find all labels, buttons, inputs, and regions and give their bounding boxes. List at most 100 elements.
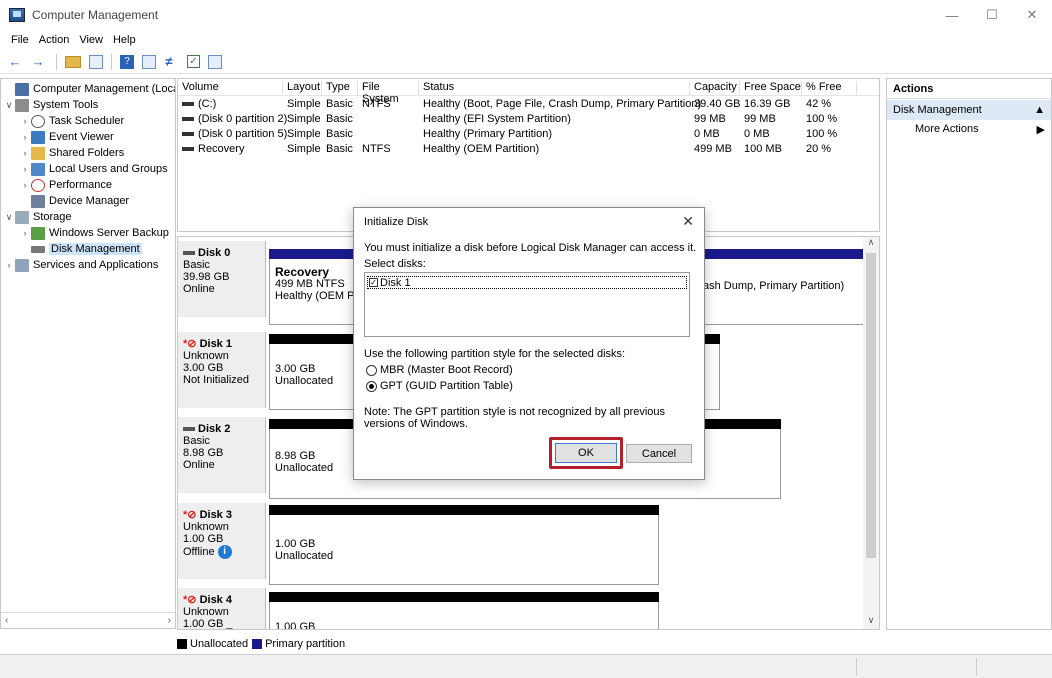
back-arrow-icon[interactable]: ←: [6, 54, 24, 70]
gpt-option[interactable]: GPT (GUID Partition Table): [366, 380, 513, 392]
ok-button[interactable]: OK: [555, 443, 617, 463]
chevron-right-icon[interactable]: ›: [19, 164, 31, 174]
disk-3-unallocated-space[interactable]: 1.00 GB Unallocated: [269, 505, 659, 585]
users-icon: [31, 162, 45, 176]
chevron-right-icon[interactable]: ›: [19, 132, 31, 142]
disk-4-label[interactable]: *⊘ Disk 4 Unknown 1.00 GB _: [178, 588, 266, 629]
event-viewer-icon: [31, 130, 45, 144]
volume-free-space: 0 MB: [744, 128, 770, 140]
mbr-radio[interactable]: [366, 364, 377, 376]
volume-row[interactable]: (Disk 0 partition 5) Simple Basic Health…: [178, 128, 879, 143]
checkmark-icon[interactable]: ✓: [187, 55, 200, 68]
tree-item-windows-server-backup[interactable]: › Windows Server Backup: [19, 225, 169, 241]
volume-row[interactable]: (C:) Simple Basic NTFS Healthy (Boot, Pa…: [178, 98, 879, 113]
volume-type: Basic: [326, 113, 353, 125]
column-header-volume[interactable]: Volume: [178, 81, 283, 95]
clock-icon: [31, 114, 45, 128]
connect-icon[interactable]: ≠: [160, 54, 178, 70]
tree-item-computer-management[interactable]: Computer Management (Local: [3, 81, 175, 97]
disk-2-label[interactable]: Disk 2 Basic 8.98 GB Online: [178, 417, 266, 493]
menu-view[interactable]: View: [74, 34, 108, 46]
tree-item-services-and-applications[interactable]: › Services and Applications: [3, 257, 158, 273]
maximize-button[interactable]: ☐: [972, 0, 1012, 30]
forward-arrow-icon[interactable]: →: [29, 54, 47, 70]
dialog-close-icon[interactable]: ✕: [682, 213, 694, 230]
tree-item-event-viewer[interactable]: › Event Viewer: [19, 129, 114, 145]
volume-type: Basic: [326, 128, 353, 140]
gpt-radio[interactable]: [366, 380, 377, 392]
tree-item-disk-management[interactable]: Disk Management: [19, 241, 142, 257]
tree-item-device-manager[interactable]: Device Manager: [19, 193, 129, 209]
tree-item-shared-folders[interactable]: › Shared Folders: [19, 145, 124, 161]
tree-item-system-tools[interactable]: ∨ System Tools: [3, 97, 98, 113]
column-header-file-system[interactable]: File System: [358, 81, 419, 105]
scroll-right-icon[interactable]: ›: [168, 615, 171, 626]
chevron-right-icon[interactable]: ›: [19, 116, 31, 126]
column-header-free-space[interactable]: Free Space: [740, 81, 802, 95]
scroll-left-icon[interactable]: ‹: [5, 615, 8, 626]
tree-horizontal-scrollbar[interactable]: ‹ ›: [1, 612, 175, 628]
menu-help[interactable]: Help: [108, 34, 141, 46]
column-header-percent-free[interactable]: % Free: [802, 81, 857, 95]
menu-file[interactable]: File: [6, 34, 34, 46]
volume-file-system: NTFS: [362, 143, 391, 155]
tree-item-local-users[interactable]: › Local Users and Groups: [19, 161, 168, 177]
disk-4-unallocated-space[interactable]: 1.00 GB: [269, 592, 659, 629]
primary-partition-swatch: [252, 639, 263, 649]
properties-icon[interactable]: [142, 54, 156, 69]
show-hide-tree-icon[interactable]: [89, 54, 103, 69]
unallocated-swatch: [177, 639, 187, 649]
disk-1-checkbox[interactable]: ✓: [369, 278, 378, 287]
volume-name: (Disk 0 partition 5): [198, 128, 288, 140]
view-icon[interactable]: [208, 54, 222, 69]
volume-row[interactable]: Recovery Simple Basic NTFS Healthy (OEM …: [178, 143, 879, 158]
column-header-capacity[interactable]: Capacity: [690, 81, 740, 95]
cancel-button[interactable]: Cancel: [626, 444, 692, 463]
scroll-down-icon[interactable]: ∨: [863, 615, 879, 629]
tree-item-performance[interactable]: › Performance: [19, 177, 112, 193]
volume-percent-free: 42 %: [806, 98, 832, 110]
title-bar: Computer Management — ☐ ✕: [0, 0, 1052, 30]
volume-type: Basic: [326, 143, 353, 155]
volume-percent-free: 100 %: [806, 113, 838, 125]
chevron-right-icon[interactable]: ›: [3, 260, 15, 270]
tree-item-task-scheduler[interactable]: › Task Scheduler: [19, 113, 124, 129]
chevron-down-icon[interactable]: ∨: [3, 212, 15, 223]
volume-row[interactable]: (Disk 0 partition 2) Simple Basic Health…: [178, 113, 879, 128]
disk-0-label[interactable]: Disk 0 Basic 39.98 GB Online: [178, 241, 266, 317]
volume-name: Recovery: [198, 143, 245, 155]
disk-3-label[interactable]: *⊘ Disk 3 Unknown 1.00 GB Offline i: [178, 503, 266, 579]
up-folder-icon[interactable]: [65, 55, 81, 68]
minimize-button[interactable]: —: [932, 0, 972, 30]
scrollbar-thumb[interactable]: [866, 253, 876, 558]
collapse-arrow-icon[interactable]: ▲: [1034, 104, 1045, 116]
actions-disk-management[interactable]: Disk Management ▲: [887, 100, 1051, 120]
chevron-right-icon[interactable]: ›: [19, 148, 31, 158]
volume-free-space: 99 MB: [744, 113, 776, 125]
chevron-down-icon[interactable]: ∨: [3, 100, 15, 111]
volume-type: Basic: [326, 98, 353, 110]
volume-icon: [182, 102, 194, 107]
column-header-type[interactable]: Type: [322, 81, 358, 95]
scroll-up-icon[interactable]: ∧: [863, 237, 879, 251]
column-header-layout[interactable]: Layout: [283, 81, 322, 95]
chevron-right-icon[interactable]: ›: [19, 228, 31, 238]
volume-capacity: 39.40 GB: [694, 98, 741, 110]
disk-selection-list[interactable]: ✓ Disk 1: [364, 272, 690, 337]
toolbar-divider: [111, 53, 112, 70]
column-header-status[interactable]: Status: [419, 81, 690, 95]
mbr-option[interactable]: MBR (Master Boot Record): [366, 364, 513, 376]
offline-icon: ⊘: [187, 509, 197, 521]
close-button[interactable]: ✕: [1012, 0, 1052, 30]
status-divider: [976, 658, 977, 676]
disk-1-label[interactable]: *⊘ Disk 1 Unknown 3.00 GB Not Initialize…: [178, 332, 266, 408]
more-actions-item[interactable]: More Actions ▶: [887, 120, 1051, 139]
volume-status: Healthy (EFI System Partition): [423, 113, 571, 125]
chevron-right-icon[interactable]: ›: [19, 180, 31, 190]
info-icon[interactable]: i: [217, 545, 232, 559]
menu-action[interactable]: Action: [34, 34, 75, 46]
help-icon[interactable]: ?: [120, 54, 134, 69]
disk-panel-scrollbar[interactable]: ∧ ∨: [863, 237, 879, 629]
disk-1-list-item[interactable]: ✓ Disk 1: [367, 276, 687, 289]
tree-item-storage[interactable]: ∨ Storage: [3, 209, 72, 225]
